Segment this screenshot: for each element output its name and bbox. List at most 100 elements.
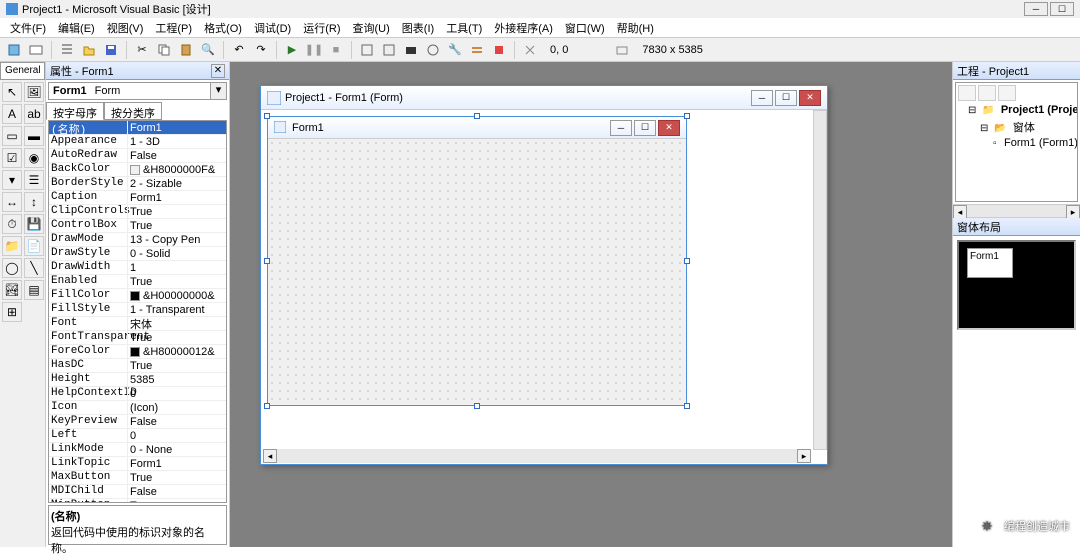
resize-handle-w[interactable] (264, 258, 270, 264)
timer-tool[interactable]: ⏱ (2, 214, 22, 234)
menu-tools[interactable]: 工具(T) (440, 18, 488, 38)
property-row[interactable]: BorderStyle2 - Sizable (49, 177, 226, 191)
resize-handle-sw[interactable] (264, 403, 270, 409)
designer-close-button[interactable]: ✕ (799, 90, 821, 106)
property-row[interactable]: ClipControlsTrue (49, 205, 226, 219)
tree-forms-folder[interactable]: ⊟ 📂 窗体 (958, 118, 1075, 136)
cut-button[interactable]: ✂ (132, 40, 152, 60)
filelistbox-tool[interactable]: 📄 (24, 236, 44, 256)
open-button[interactable] (79, 40, 99, 60)
start-button[interactable]: ▶ (282, 40, 302, 60)
property-value[interactable]: 0 - Solid (127, 247, 226, 260)
property-value[interactable]: 1 (127, 261, 226, 274)
proj-scroll-track[interactable] (967, 205, 1066, 217)
property-value[interactable]: (Icon) (127, 401, 226, 414)
tab-alphabetic[interactable]: 按字母序 (46, 102, 104, 120)
property-row[interactable]: Appearance1 - 3D (49, 135, 226, 149)
property-row[interactable]: (名称)Form1 (49, 121, 226, 135)
component-button[interactable] (489, 40, 509, 60)
property-value[interactable]: 0 - None (127, 443, 226, 456)
drivelistbox-tool[interactable]: 💾 (24, 214, 44, 234)
designer-surface[interactable]: ◂ ▸ Form1 ─ ☐ ✕ (261, 110, 827, 464)
property-row[interactable]: DrawStyle0 - Solid (49, 247, 226, 261)
property-row[interactable]: FillColor&H00000000& (49, 289, 226, 303)
form-close-button[interactable]: ✕ (658, 120, 680, 136)
property-row[interactable]: MinButtonTrue (49, 499, 226, 503)
tab-categorized[interactable]: 按分类序 (104, 102, 162, 120)
save-button[interactable] (101, 40, 121, 60)
data-tool[interactable]: ▤ (24, 280, 44, 300)
form-layout-button[interactable] (401, 40, 421, 60)
property-value[interactable]: True (127, 331, 226, 344)
property-row[interactable]: MDIChildFalse (49, 485, 226, 499)
image-tool[interactable]: 🏞 (2, 280, 22, 300)
form-maximize-button[interactable]: ☐ (634, 120, 656, 136)
ole-tool[interactable]: ⊞ (2, 302, 22, 322)
maximize-button[interactable]: ☐ (1050, 2, 1074, 16)
resize-handle-nw[interactable] (264, 113, 270, 119)
combobox-tool[interactable]: ▾ (2, 170, 22, 190)
menu-editor-button[interactable] (57, 40, 77, 60)
form-minimize-button[interactable]: ─ (610, 120, 632, 136)
property-value[interactable]: 5385 (127, 373, 226, 386)
property-value[interactable]: 宋体 (127, 317, 226, 330)
toolbox-tab-general[interactable]: General (0, 62, 45, 80)
property-row[interactable]: BackColor&H8000000F& (49, 163, 226, 177)
designer-minimize-button[interactable]: ─ (751, 90, 773, 106)
resize-handle-n[interactable] (474, 113, 480, 119)
project-explorer-button[interactable] (357, 40, 377, 60)
properties-button[interactable] (379, 40, 399, 60)
optionbutton-tool[interactable]: ◉ (24, 148, 44, 168)
resize-handle-ne[interactable] (684, 113, 690, 119)
break-button[interactable]: ❚❚ (304, 40, 324, 60)
property-row[interactable]: CaptionForm1 (49, 191, 226, 205)
end-button[interactable]: ■ (326, 40, 346, 60)
menu-file[interactable]: 文件(F) (4, 18, 52, 38)
property-row[interactable]: EnabledTrue (49, 275, 226, 289)
property-value[interactable]: 0 (127, 387, 226, 400)
data-view-button[interactable] (467, 40, 487, 60)
dirlistbox-tool[interactable]: 📁 (2, 236, 22, 256)
property-row[interactable]: DrawWidth1 (49, 261, 226, 275)
property-row[interactable]: LinkTopicForm1 (49, 457, 226, 471)
vertical-scrollbar[interactable] (813, 110, 827, 450)
property-row[interactable]: ControlBoxTrue (49, 219, 226, 233)
undo-button[interactable]: ↶ (229, 40, 249, 60)
property-value[interactable]: True (127, 219, 226, 232)
label-tool[interactable]: A (2, 104, 22, 124)
property-value[interactable]: False (127, 485, 226, 498)
property-row[interactable]: MaxButtonTrue (49, 471, 226, 485)
horizontal-scrollbar[interactable]: ◂ ▸ (263, 449, 811, 463)
property-value[interactable]: False (127, 415, 226, 428)
property-value[interactable]: True (127, 205, 226, 218)
menu-run[interactable]: 运行(R) (297, 18, 346, 38)
property-row[interactable]: KeyPreviewFalse (49, 415, 226, 429)
menu-query[interactable]: 查询(U) (347, 18, 396, 38)
property-row[interactable]: ForeColor&H80000012& (49, 345, 226, 359)
property-row[interactable]: Icon(Icon) (49, 401, 226, 415)
toolbox-button[interactable]: 🔧 (445, 40, 465, 60)
hscrollbar-tool[interactable]: ↔ (2, 192, 22, 212)
property-value[interactable]: True (127, 359, 226, 372)
menu-help[interactable]: 帮助(H) (611, 18, 660, 38)
property-value[interactable]: True (127, 499, 226, 503)
scroll-track[interactable] (277, 449, 797, 463)
toggle-folders-button[interactable] (998, 85, 1016, 101)
form-titlebar[interactable]: Form1 ─ ☐ ✕ (268, 117, 686, 139)
property-row[interactable]: Height5385 (49, 373, 226, 387)
copy-button[interactable] (154, 40, 174, 60)
property-row[interactable]: LinkMode0 - None (49, 443, 226, 457)
menu-view[interactable]: 视图(V) (101, 18, 150, 38)
property-row[interactable]: AutoRedrawFalse (49, 149, 226, 163)
object-selector[interactable]: Form1 Form ▾ (48, 82, 227, 100)
property-row[interactable]: Left0 (49, 429, 226, 443)
property-value[interactable]: True (127, 471, 226, 484)
property-value[interactable]: 13 - Copy Pen (127, 233, 226, 246)
project-explorer[interactable]: ⊟ 📁 Project1 (Project1) ⊟ 📂 窗体 ▫ Form1 (… (955, 82, 1078, 202)
property-value[interactable]: Form1 (127, 457, 226, 470)
scroll-left-button[interactable]: ◂ (263, 449, 277, 463)
layout-form-preview[interactable]: Form1 (967, 248, 1013, 278)
property-row[interactable]: Font宋体 (49, 317, 226, 331)
property-value[interactable]: 1 - Transparent (127, 303, 226, 316)
proj-scroll-right[interactable]: ▸ (1066, 205, 1080, 219)
